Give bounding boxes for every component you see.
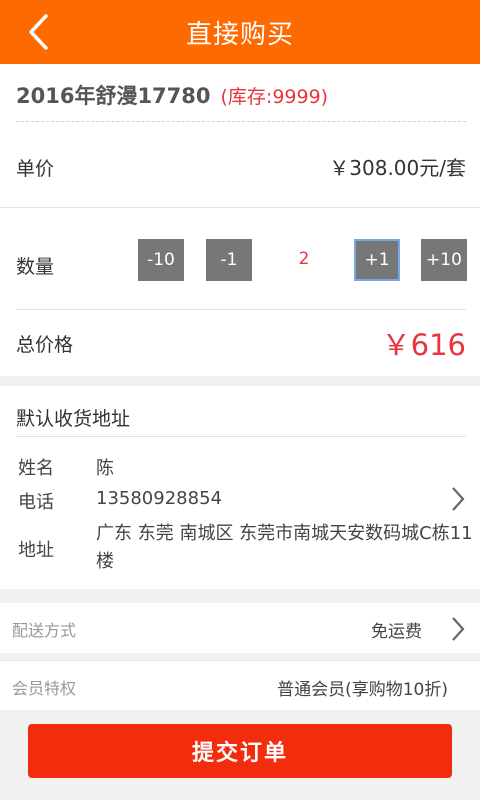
total-price-value: ￥616: [381, 328, 466, 362]
delivery-method-row[interactable]: 配送方式 免运费: [0, 603, 480, 653]
page-title: 直接购买: [185, 19, 294, 50]
top-bar: 直接购买: [0, 0, 480, 64]
unit-price-label: 单价: [16, 158, 55, 180]
member-privilege-row[interactable]: 会员特权 普通会员(享购物10折): [0, 660, 480, 710]
submit-order-button[interactable]: 提交订单: [28, 724, 452, 778]
name-value: 陈: [96, 458, 114, 479]
delivery-method-label: 配送方式: [12, 621, 77, 640]
minus-one-button[interactable]: -1: [206, 239, 252, 281]
total-price-label: 总价格: [16, 334, 74, 356]
delivery-method-value: 免运费: [371, 622, 422, 642]
product-card: 2016年舒漫17780 (库存:9999) 单价 ￥308.00元/套 数量 …: [0, 64, 480, 376]
divider: [0, 207, 480, 208]
divider: [16, 309, 466, 310]
phone-label: 电话: [18, 492, 54, 513]
chevron-right-icon[interactable]: [450, 486, 466, 512]
quantity-value: 2: [298, 249, 310, 269]
product-title: 2016年舒漫17780 (库存:9999): [16, 78, 328, 112]
minus-ten-button[interactable]: -10: [138, 239, 184, 281]
member-privilege-label: 会员特权: [12, 679, 77, 698]
address-section-title: 默认收货地址: [16, 408, 131, 430]
back-arrow-icon[interactable]: [18, 10, 58, 54]
chevron-right-icon: [450, 616, 466, 642]
address-card[interactable]: 默认收货地址 姓名 陈 电话 13580928854 地址 广东 东莞 南城区 …: [0, 386, 480, 589]
address-label: 地址: [18, 540, 54, 561]
phone-value: 13580928854: [96, 488, 222, 509]
unit-price-value: ￥308.00元/套: [329, 156, 466, 180]
stock-count: (库存:9999): [220, 85, 329, 108]
product-name: 2016年舒漫17780: [16, 84, 211, 108]
address-value: 广东 东莞 南城区 东莞市南城天安数码城C栋11楼: [96, 523, 473, 572]
dashed-divider: [16, 121, 466, 122]
member-privilege-value: 普通会员(享购物10折): [277, 680, 448, 700]
quantity-label: 数量: [16, 256, 55, 278]
plus-one-button[interactable]: +1: [354, 239, 400, 281]
name-label: 姓名: [18, 458, 54, 479]
divider: [16, 436, 466, 437]
plus-ten-button[interactable]: +10: [421, 239, 467, 281]
